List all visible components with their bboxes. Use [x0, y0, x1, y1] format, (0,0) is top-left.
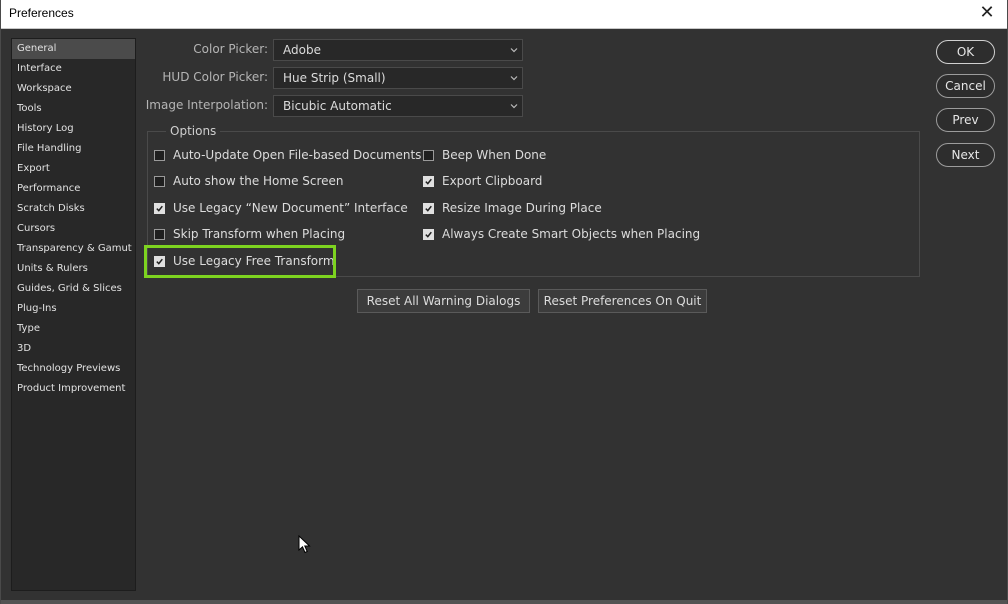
image-interpolation-select[interactable]: Bicubic Automatic [273, 95, 523, 117]
checkbox-label: Always Create Smart Objects when Placing [442, 227, 701, 241]
checkbox-label: Export Clipboard [442, 174, 543, 188]
sidebar-item-workspace[interactable]: Workspace [12, 79, 135, 99]
chevron-down-icon [510, 48, 518, 53]
image-interpolation-value: Bicubic Automatic [283, 99, 392, 113]
checkbox-label: Auto show the Home Screen [173, 174, 344, 188]
cancel-button[interactable]: Cancel [936, 74, 995, 98]
checkbox-checked[interactable] [423, 228, 434, 240]
color-picker-label: Color Picker: [193, 42, 268, 56]
preferences-sidebar: General Interface Workspace Tools Histor… [11, 38, 136, 591]
image-interpolation-label: Image Interpolation: [145, 98, 268, 112]
checkbox[interactable] [154, 149, 165, 161]
option-auto-show-home-screen[interactable]: Auto show the Home Screen [154, 172, 344, 190]
ok-button[interactable]: OK [936, 40, 995, 64]
option-export-clipboard[interactable]: Export Clipboard [423, 172, 542, 190]
sidebar-item-units-rulers[interactable]: Units & Rulers [12, 259, 135, 279]
checkbox[interactable] [423, 149, 434, 161]
sidebar-item-export[interactable]: Export [12, 159, 135, 179]
sidebar-item-3d[interactable]: 3D [12, 339, 135, 359]
reset-all-warning-dialogs-button[interactable]: Reset All Warning Dialogs [357, 289, 530, 313]
checkbox[interactable] [154, 228, 165, 240]
mouse-pointer-icon [298, 535, 311, 554]
sidebar-item-interface[interactable]: Interface [12, 59, 135, 79]
checkbox-checked[interactable] [423, 202, 434, 214]
option-auto-update-open-documents[interactable]: Auto-Update Open File-based Documents [154, 146, 421, 164]
sidebar-item-plug-ins[interactable]: Plug-Ins [12, 299, 135, 319]
option-always-create-smart-objects[interactable]: Always Create Smart Objects when Placing [423, 225, 700, 243]
checkbox[interactable] [154, 175, 165, 187]
checkbox-checked[interactable] [423, 175, 434, 187]
checkbox-label: Beep When Done [442, 148, 547, 162]
color-picker-value: Adobe [283, 43, 321, 57]
close-icon[interactable]: ✕ [977, 3, 997, 23]
sidebar-item-guides-grid-slices[interactable]: Guides, Grid & Slices [12, 279, 135, 299]
window-title: Preferences [9, 6, 74, 20]
options-title: Options [166, 124, 221, 138]
next-button[interactable]: Next [936, 143, 995, 167]
sidebar-item-transparency-gamut[interactable]: Transparency & Gamut [12, 239, 135, 259]
option-use-legacy-new-document[interactable]: Use Legacy “New Document” Interface [154, 199, 408, 217]
checkbox-label: Resize Image During Place [442, 201, 602, 215]
sidebar-item-cursors[interactable]: Cursors [12, 219, 135, 239]
sidebar-item-history-log[interactable]: History Log [12, 119, 135, 139]
sidebar-item-scratch-disks[interactable]: Scratch Disks [12, 199, 135, 219]
sidebar-item-tools[interactable]: Tools [12, 99, 135, 119]
hud-color-picker-label: HUD Color Picker: [162, 70, 268, 84]
title-bar: Preferences ✕ [1, 0, 1007, 29]
color-picker-select[interactable]: Adobe [273, 39, 523, 61]
option-beep-when-done[interactable]: Beep When Done [423, 146, 546, 164]
bottom-strip [1, 600, 1007, 604]
preferences-dialog: Preferences ✕ General Interface Workspac… [0, 0, 1008, 604]
checkmark-icon [425, 178, 432, 185]
prev-button[interactable]: Prev [936, 108, 995, 132]
option-resize-image-during-place[interactable]: Resize Image During Place [423, 199, 602, 217]
checkbox-checked[interactable] [154, 202, 165, 214]
sidebar-item-performance[interactable]: Performance [12, 179, 135, 199]
sidebar-item-general[interactable]: General [12, 39, 135, 59]
reset-preferences-on-quit-button[interactable]: Reset Preferences On Quit [538, 289, 707, 313]
option-skip-transform-when-placing[interactable]: Skip Transform when Placing [154, 225, 345, 243]
chevron-down-icon [510, 76, 518, 81]
checkmark-icon [425, 231, 432, 238]
sidebar-item-file-handling[interactable]: File Handling [12, 139, 135, 159]
highlight-box [144, 245, 336, 278]
sidebar-item-technology-previews[interactable]: Technology Previews [12, 359, 135, 379]
checkbox-label: Skip Transform when Placing [173, 227, 346, 241]
checkmark-icon [156, 205, 163, 212]
checkbox-label: Auto-Update Open File-based Documents [173, 148, 422, 162]
chevron-down-icon [510, 104, 518, 109]
hud-color-picker-select[interactable]: Hue Strip (Small) [273, 67, 523, 89]
checkbox-label: Use Legacy “New Document” Interface [173, 201, 408, 215]
sidebar-item-product-improvement[interactable]: Product Improvement [12, 379, 135, 399]
hud-color-picker-value: Hue Strip (Small) [283, 71, 386, 85]
sidebar-item-type[interactable]: Type [12, 319, 135, 339]
checkmark-icon [425, 205, 432, 212]
